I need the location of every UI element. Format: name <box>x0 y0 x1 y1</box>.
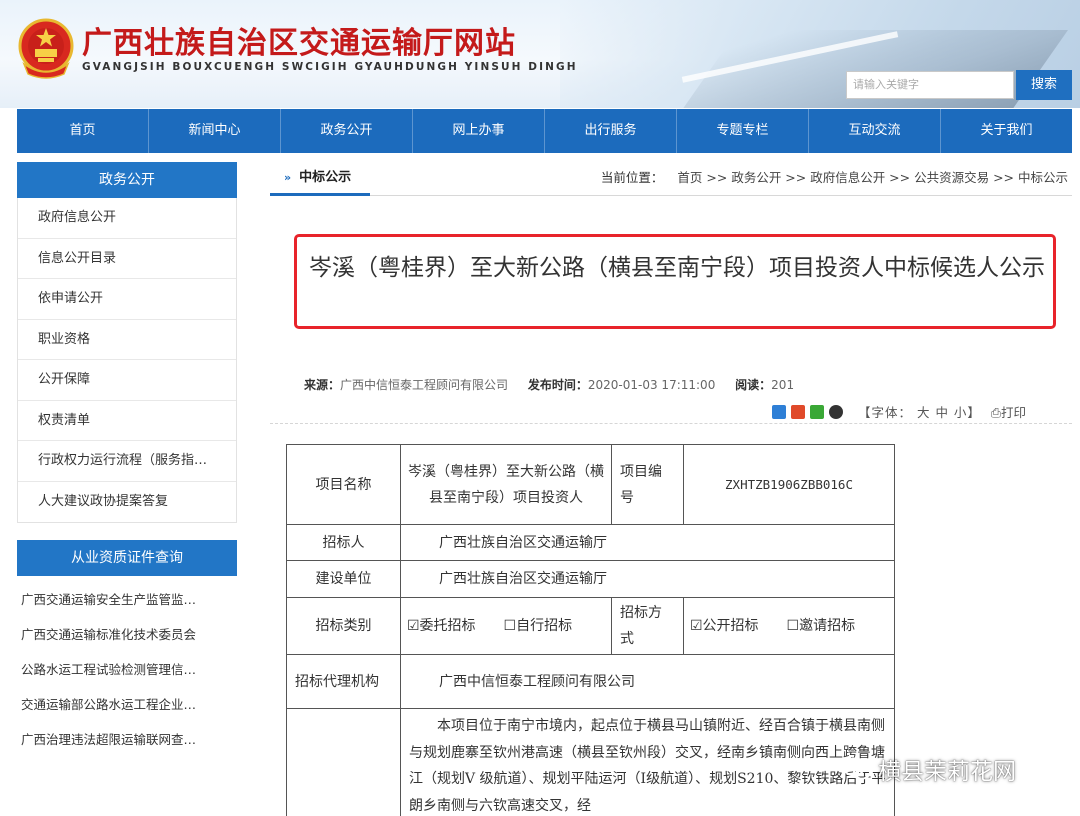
table-cell-value: 广西中信恒泰工程顾问有限公司 <box>400 654 895 709</box>
qualification-links: 广西交通运输安全生产监管监… 广西交通运输标准化技术委员会 公路水运工程试验检测… <box>17 582 237 757</box>
views-label: 阅读： <box>735 378 772 392</box>
table-row: 招标类别 ☑委托招标 ☐自行招标 招标方式 ☑公开招标 ☐邀请招标 <box>286 597 895 655</box>
sidebar-item[interactable]: 行政权力运行流程（服务指… <box>18 441 236 482</box>
sidebar-item[interactable]: 职业资格 <box>18 320 236 360</box>
nav-travel-service[interactable]: 出行服务 <box>545 109 677 153</box>
table-row: 项目名称 岑溪（粤桂界）至大新公路（横县至南宁段）项目投资人 项目编号 ZXHT… <box>286 444 895 525</box>
date-label: 发布时间： <box>527 378 588 392</box>
table-row: 招标人 广西壮族自治区交通运输厅 <box>286 524 895 561</box>
print-button[interactable]: ⎙打印 <box>991 402 1026 421</box>
search-input[interactable]: 请输入关键字 <box>846 71 1014 99</box>
watermark: 横县茉莉花网 <box>842 752 1016 786</box>
sidebar-menu: 政府信息公开 信息公开目录 依申请公开 职业资格 公开保障 权责清单 行政权力运… <box>17 198 237 523</box>
table-cell-value: ZXHTZB1906ZBB016C <box>683 444 895 525</box>
views-value: 201 <box>771 378 795 392</box>
source-value: 广西中信恒泰工程顾问有限公司 <box>340 378 509 392</box>
print-label: 打印 <box>1000 405 1026 420</box>
sidebar-item[interactable]: 权责清单 <box>18 401 236 441</box>
source-label: 来源： <box>304 378 341 392</box>
share-weibo-icon[interactable] <box>791 404 805 419</box>
article-meta: 来源：广西中信恒泰工程顾问有限公司 发布时间：2020-01-03 17:11:… <box>304 376 794 393</box>
page: 广西壮族自治区交通运输厅网站 GVANGJSIH BOUXCUENGH SWCI… <box>0 0 1080 816</box>
qualification-link[interactable]: 广西交通运输安全生产监管监… <box>17 582 237 617</box>
site-subtitle: GVANGJSIH BOUXCUENGH SWCIGIH GYAUHDUNGH … <box>82 61 578 73</box>
table-cell-value: 广西壮族自治区交通运输厅 <box>400 560 895 598</box>
site-header: 广西壮族自治区交通运输厅网站 GVANGJSIH BOUXCUENGH SWCI… <box>0 0 1080 108</box>
breadcrumb-label: 当前位置： <box>600 170 664 185</box>
table-cell-value: 岑溪（粤桂界）至大新公路（横县至南宁段）项目投资人 <box>400 444 612 525</box>
article-tools: 【字体： 大 中 小】 ⎙打印 <box>772 402 1026 421</box>
table-row: 招标代理机构 广西中信恒泰工程顾问有限公司 <box>286 654 895 709</box>
sidebar-item[interactable]: 政府信息公开 <box>18 198 236 239</box>
wechat-icon <box>843 757 871 780</box>
table-cell-value: ☑公开招标 ☐邀请招标 <box>683 597 895 655</box>
tab-award-notice[interactable]: » 中标公示 <box>270 162 370 196</box>
nav-news[interactable]: 新闻中心 <box>149 109 281 153</box>
site-title: 广西壮族自治区交通运输厅网站 <box>82 26 516 61</box>
sidebar-item[interactable]: 公开保障 <box>18 360 236 401</box>
search-button[interactable]: 搜索 <box>1016 70 1072 100</box>
share-qq-icon[interactable] <box>829 404 843 419</box>
table-cell-label: 招标方式 <box>611 597 684 655</box>
sidebar-item[interactable]: 人大建议政协提案答复 <box>18 482 236 523</box>
table-cell-label: 招标代理机构 <box>286 654 401 709</box>
national-emblem-icon <box>18 18 74 79</box>
table-cell-label: 招标人 <box>286 524 401 561</box>
bid-info-table: 项目名称 岑溪（粤桂界）至大新公路（横县至南宁段）项目投资人 项目编号 ZXHT… <box>286 444 895 816</box>
table-cell-label: 招标类别 <box>286 597 401 655</box>
sidebar-item[interactable]: 信息公开目录 <box>18 239 236 279</box>
qualification-link[interactable]: 交通运输部公路水运工程企业… <box>17 687 237 722</box>
qualification-link[interactable]: 广西治理违法超限运输联网查… <box>17 722 237 757</box>
table-row: 建设单位 广西壮族自治区交通运输厅 <box>286 560 895 598</box>
font-size-control[interactable]: 【字体： 大 中 小】 <box>858 402 981 421</box>
table-cell-label: 项目名称 <box>286 444 401 525</box>
tab-label: 中标公示 <box>299 170 352 185</box>
project-description: 本项目位于南宁市境内，起点位于横县马山镇附近、经百合镇于横县南侧与规划鹿寨至钦州… <box>400 708 895 816</box>
nav-interaction[interactable]: 互动交流 <box>809 109 941 153</box>
nav-about[interactable]: 关于我们 <box>941 109 1072 153</box>
breadcrumb-path[interactable]: 首页 >> 政务公开 >> 政府信息公开 >> 公共资源交易 >> 中标公示 <box>677 170 1068 185</box>
date-value: 2020-01-03 17:11:00 <box>587 378 716 392</box>
nav-home[interactable]: 首页 <box>17 109 149 153</box>
content-tab-bar: » 中标公示 当前位置： 首页 >> 政务公开 >> 政府信息公开 >> 公共资源交… <box>270 162 1072 196</box>
breadcrumb: 当前位置： 首页 >> 政务公开 >> 政府信息公开 >> 公共资源交易 >> 中… <box>601 162 1068 196</box>
sidebar-item[interactable]: 依申请公开 <box>18 279 236 320</box>
table-row: 本项目位于南宁市境内，起点位于横县马山镇附近、经百合镇于横县南侧与规划鹿寨至钦州… <box>286 708 895 816</box>
qualification-link[interactable]: 广西交通运输标准化技术委员会 <box>17 617 237 652</box>
watermark-text: 横县茉莉花网 <box>878 759 1016 785</box>
printer-icon: ⎙ <box>990 405 1001 420</box>
table-cell-value: 广西壮族自治区交通运输厅 <box>400 524 895 561</box>
qualification-link[interactable]: 公路水运工程试验检测管理信… <box>17 652 237 687</box>
nav-online-service[interactable]: 网上办事 <box>413 109 545 153</box>
divider <box>270 423 1072 424</box>
nav-topics[interactable]: 专题专栏 <box>677 109 809 153</box>
article-title: 岑溪（粤桂界）至大新公路（横县至南宁段）项目投资人中标候选人公示 <box>309 255 1045 281</box>
table-cell-value: ☑委托招标 ☐自行招标 <box>400 597 612 655</box>
sidebar-section-title: 从业资质证件查询 <box>17 540 237 576</box>
table-cell-label: 项目编号 <box>611 444 684 525</box>
share-plus-icon[interactable] <box>772 404 786 419</box>
main-nav: 首页 新闻中心 政务公开 网上办事 出行服务 专题专栏 互动交流 关于我们 <box>17 109 1072 153</box>
double-chevron-right-icon: » <box>284 171 292 184</box>
sidebar-section-title: 政务公开 <box>17 162 237 198</box>
table-cell-label: 建设单位 <box>286 560 401 598</box>
share-wechat-icon[interactable] <box>810 404 824 419</box>
nav-gov-affairs[interactable]: 政务公开 <box>281 109 413 153</box>
